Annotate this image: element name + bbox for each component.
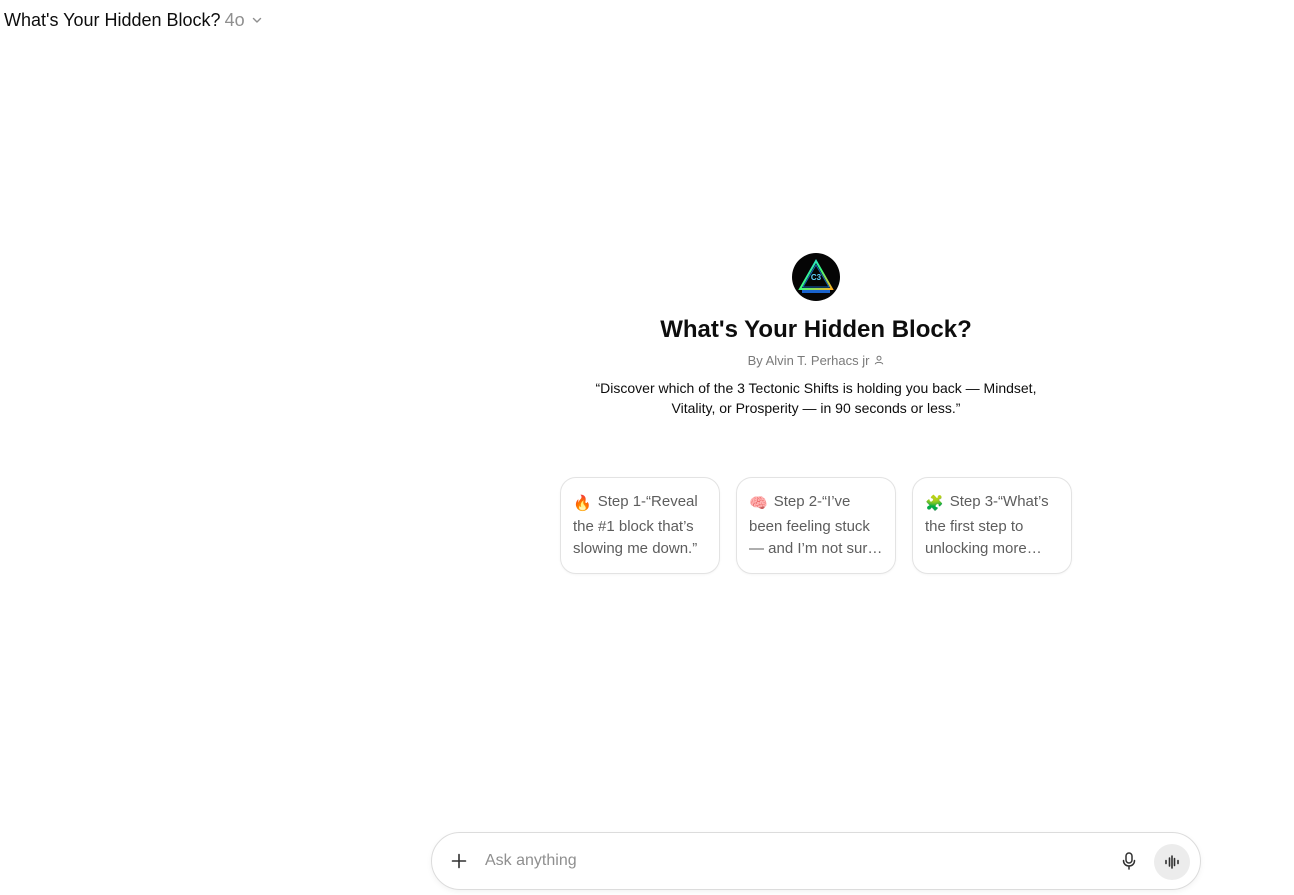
voice-mode-button[interactable] (1154, 844, 1190, 880)
gpt-avatar: C3 (792, 253, 840, 301)
page: What's Your Hidden Block? 4o C3 What's Y… (0, 0, 1294, 895)
model-switcher[interactable]: What's Your Hidden Block? 4o (4, 9, 263, 31)
waveform-icon (1165, 855, 1179, 869)
gpt-intro: C3 What's Your Hidden Block? By Alvin T.… (566, 253, 1066, 418)
gpt-byline[interactable]: By Alvin T. Perhacs jr (748, 353, 885, 368)
model-label: 4o (224, 10, 245, 30)
starter-card-2[interactable]: 🧠 Step 2-“I’ve been feeling stuck — and I… (736, 477, 896, 574)
header-title: What's Your Hidden Block? (4, 10, 221, 30)
gpt-title: What's Your Hidden Block? (660, 316, 972, 343)
add-attachment-button[interactable] (448, 850, 470, 872)
starter-card-1[interactable]: 🔥 Step 1-“Reveal the #1 block that’s slow… (560, 477, 720, 574)
avatar-logo-text: C3 (811, 273, 822, 282)
prompt-input[interactable] (485, 847, 1085, 875)
brain-icon: 🧠 (749, 495, 768, 512)
plus-icon (451, 853, 467, 869)
starter-card-1-text: 🔥 Step 1-“Reveal the #1 block that’s slow… (573, 491, 707, 561)
puzzle-icon: 🧩 (925, 495, 944, 512)
fire-icon: 🔥 (573, 495, 592, 512)
chevron-down-icon (251, 14, 263, 26)
conversation-starters: 🔥 Step 1-“Reveal the #1 block that’s slow… (560, 477, 1072, 574)
dictate-button[interactable] (1118, 850, 1140, 872)
byline-text: By Alvin T. Perhacs jr (747, 353, 870, 368)
starter-card-2-text: 🧠 Step 2-“I’ve been feeling stuck — and I… (749, 491, 883, 561)
starter-card-3[interactable]: 🧩 Step 3-“What’s the first step to unlock… (912, 477, 1072, 574)
starter-text: Step 2-“I’ve been feeling stuck — and I’… (749, 493, 876, 557)
gpt-description: “Discover which of the 3 Tectonic Shifts… (595, 380, 1037, 416)
starter-card-3-text: 🧩 Step 3-“What’s the first step to unlock… (925, 491, 1059, 561)
microphone-icon (1122, 852, 1136, 870)
composer (431, 832, 1201, 890)
person-icon (874, 353, 884, 368)
